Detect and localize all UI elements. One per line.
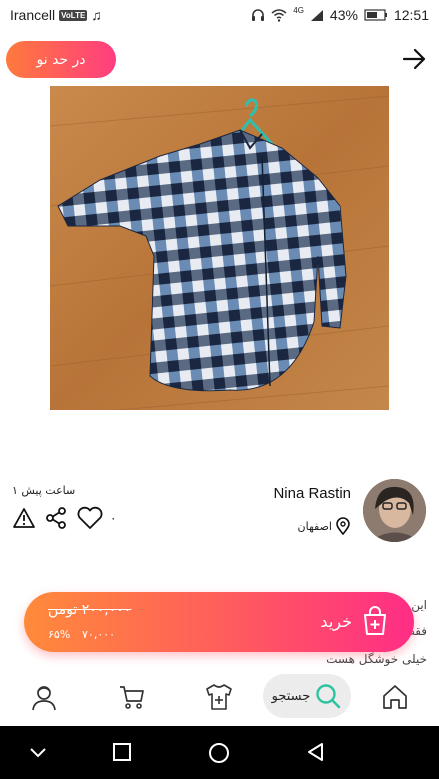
back-triangle-icon[interactable] xyxy=(306,742,326,762)
location-pin-icon xyxy=(336,517,350,535)
nav-add-item[interactable] xyxy=(204,682,234,712)
nav-home[interactable] xyxy=(380,682,410,712)
condition-badge: در حد نو xyxy=(6,41,116,78)
status-right: 4G 43% 12:51 xyxy=(251,5,429,23)
nav-search[interactable]: جستجو xyxy=(263,674,351,718)
discount-percent: ۶۵% xyxy=(48,628,71,641)
music-icon: ♫ xyxy=(91,7,102,23)
back-arrow-icon[interactable] xyxy=(401,46,427,72)
seller-location: اصفهان xyxy=(298,517,351,535)
home-circle-icon[interactable] xyxy=(208,742,230,764)
search-label: جستجو xyxy=(271,688,311,704)
top-bar: در حد نو xyxy=(0,40,439,80)
status-left: Irancell VoLTE ♫ xyxy=(10,7,102,23)
battery-icon xyxy=(364,9,387,21)
carrier-name: Irancell xyxy=(10,7,56,23)
actions-row: ۰ xyxy=(12,506,116,530)
share-icon[interactable] xyxy=(44,506,68,530)
buy-bar[interactable]: ۲۰۰,۰۰۰ تومن ۶۵% ۷۰,۰۰۰ خرید xyxy=(24,592,414,652)
home-icon[interactable] xyxy=(381,683,409,711)
description-line-3: خیلی خوشگل هست xyxy=(326,652,427,666)
recents-square-icon[interactable] xyxy=(112,742,132,762)
battery-percent: 43% xyxy=(329,7,358,23)
seller-avatar[interactable] xyxy=(363,479,426,542)
search-icon[interactable] xyxy=(314,682,342,710)
clock: 12:51 xyxy=(393,7,429,23)
status-bar: Irancell VoLTE ♫ 4G 43% 12:51 xyxy=(0,0,439,30)
product-image[interactable] xyxy=(50,86,389,410)
wifi-icon xyxy=(271,8,287,22)
signal-icon xyxy=(310,9,323,21)
heart-icon[interactable] xyxy=(76,506,104,530)
location-text: اصفهان xyxy=(297,519,332,533)
like-count: ۰ xyxy=(110,511,117,525)
old-price: ۲۰۰,۰۰۰ تومن xyxy=(48,602,132,618)
profile-icon[interactable] xyxy=(30,683,58,711)
nav-cart[interactable] xyxy=(117,682,147,712)
report-warning-icon[interactable] xyxy=(12,507,36,529)
android-nav-bar xyxy=(0,726,439,779)
seller-name[interactable]: Nina Rastin xyxy=(273,485,351,502)
add-shirt-icon[interactable] xyxy=(204,683,234,711)
description-line-1: این xyxy=(411,598,427,612)
time-ago: ۱ ساعت پیش xyxy=(12,484,76,497)
volte-badge: VoLTE xyxy=(59,9,88,21)
shopping-bag-icon[interactable] xyxy=(362,606,388,636)
headphones-icon xyxy=(252,9,265,21)
network-type: 4G xyxy=(293,5,304,15)
buy-button-label[interactable]: خرید xyxy=(320,612,352,631)
cart-icon[interactable] xyxy=(118,683,146,711)
bottom-nav: جستجو xyxy=(0,672,439,722)
collapse-chevron-icon[interactable] xyxy=(28,742,48,762)
new-price: ۷۰,۰۰۰ xyxy=(82,628,116,641)
nav-profile[interactable] xyxy=(29,682,59,712)
